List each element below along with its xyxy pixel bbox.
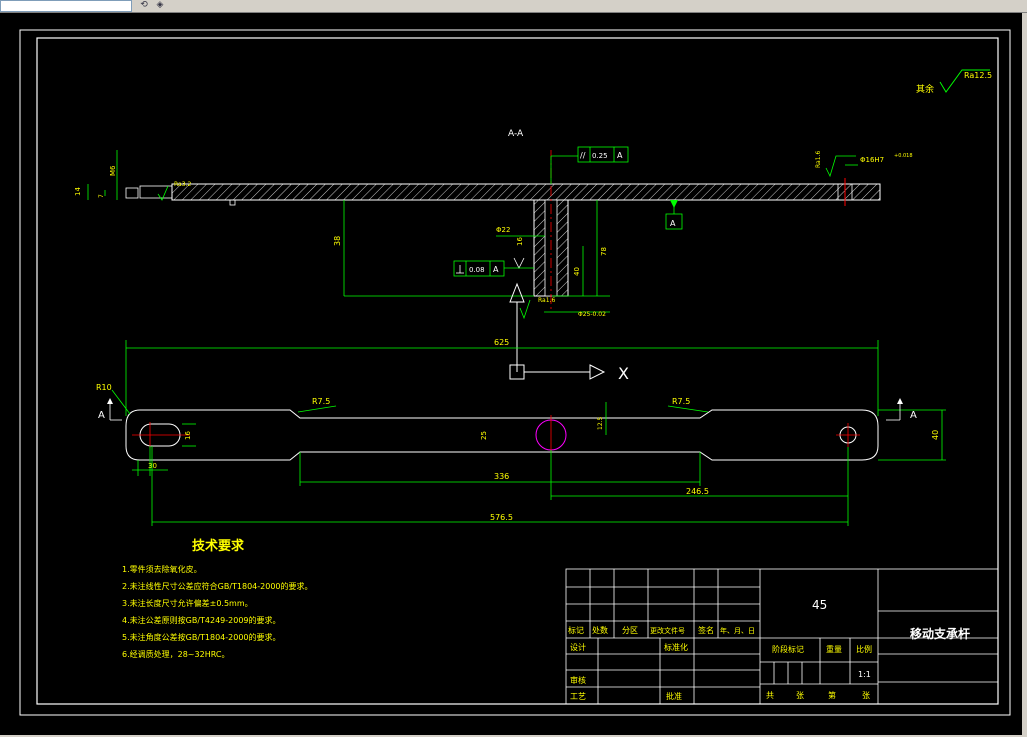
tol-parallel-value: 0.25 xyxy=(592,152,608,160)
dim-78: 78 xyxy=(600,247,608,256)
dim-m6: M6 xyxy=(109,165,117,176)
dim-25: 25 xyxy=(480,431,488,440)
svg-text://: // xyxy=(580,151,586,160)
plan-view xyxy=(125,409,879,461)
dim-40v: 40 xyxy=(573,267,581,276)
dim-2465: 246.5 xyxy=(686,487,709,496)
approve-label: 批准 xyxy=(666,691,682,701)
scale-value: 1:1 xyxy=(858,670,871,679)
dim-7: 7 xyxy=(98,194,105,198)
sheets-label: 张 xyxy=(796,691,804,700)
design-label: 设计 xyxy=(570,642,586,652)
rough-16-bottom: Ra1.6 xyxy=(538,297,555,304)
no-label: 第 xyxy=(828,690,836,700)
dim-r10: R10 xyxy=(96,383,112,392)
dim-625-group: 625 xyxy=(125,338,879,416)
roughness-rest-value: Ra12.5 xyxy=(964,71,992,80)
dim-14: 14 xyxy=(74,187,82,196)
dim-40-right: 40 xyxy=(931,430,940,440)
dim-336: 336 xyxy=(494,472,509,481)
dim-30: 30 xyxy=(148,462,157,470)
tech-item-5: 5.未注角度公差按GB/T1804-2000的要求。 xyxy=(122,632,281,642)
dim-r75-right: R7.5 xyxy=(672,397,690,406)
standard-label: 标准化 xyxy=(664,642,688,652)
datum-label: A xyxy=(670,219,676,228)
rough-16-top: Ra1.6 xyxy=(815,151,822,168)
process-label: 工艺 xyxy=(570,692,586,701)
section-title: A-A xyxy=(508,129,524,139)
vertical-scrollbar[interactable] xyxy=(1022,13,1027,737)
h-zone: 分区 xyxy=(622,626,638,635)
h-mark: 标记 xyxy=(568,625,584,635)
tol-parallel-datum: A xyxy=(617,151,623,160)
tol-perp-datum: A xyxy=(493,265,499,274)
roughness-rest: 其余 Ra12.5 xyxy=(916,69,992,95)
hole-fit: Φ16H7 xyxy=(860,156,884,164)
sheet-label: 张 xyxy=(862,691,870,700)
review-label: 审核 xyxy=(570,675,586,685)
hole-fit-dev: +0.018 xyxy=(894,153,913,159)
part-name: 移动支承杆 xyxy=(910,626,970,641)
dim-38-group: 38 xyxy=(333,200,534,297)
section-mark-left: A xyxy=(98,410,105,421)
ucs-icon: X xyxy=(509,282,629,383)
tech-item-1: 1.零件须去除氧化皮。 xyxy=(122,564,202,574)
material: 45 xyxy=(812,598,827,612)
dim-5765: 576.5 xyxy=(490,513,513,522)
dim-r125: 12.5 xyxy=(597,416,604,430)
total-label: 共 xyxy=(766,691,774,700)
rough-32: Ra3.2 xyxy=(174,181,191,188)
datum-a: A xyxy=(665,200,683,230)
section-mark-right: A xyxy=(910,410,917,421)
cad-drawing: A-A 其余 Ra12.5 14 7 M6 Ra3.2 // 0.25 A A … xyxy=(19,29,1011,716)
h-date: 年、月、日 xyxy=(720,626,755,635)
h-sign: 签名 xyxy=(698,625,714,635)
tech-title: 技术要求 xyxy=(192,538,245,554)
title-block-text: 45 移动支承杆 标记 处数 分区 更改文件号 签名 年、月、日 设计 标准化 … xyxy=(568,598,970,701)
dim-phi25: Φ25-0.02 xyxy=(578,311,606,318)
tolerance-perp: 0.08 A xyxy=(453,260,534,277)
dim-r75-left: R7.5 xyxy=(312,397,330,406)
tol-perp-value: 0.08 xyxy=(469,266,485,274)
h-docno: 更改文件号 xyxy=(650,626,685,635)
bar-outline xyxy=(125,409,879,461)
tolerance-parallel: // 0.25 A xyxy=(550,146,629,184)
stage-mark-label: 阶段标记 xyxy=(772,644,804,654)
plan-dims: R10 R7.5 R7.5 16 25 12.5 40 30 336 246.5… xyxy=(96,383,946,526)
tech-item-4: 4.未注公差原则按GB/T4249-2009的要求。 xyxy=(122,615,281,625)
hole-fit: Ra1.6 Φ16H7 +0.018 xyxy=(815,151,913,178)
tech-item-6: 6.经调质处理，28~32HRC。 xyxy=(122,649,229,659)
top-plate xyxy=(171,183,881,201)
tech-requirements: 技术要求 1.零件须去除氧化皮。 2.未注线性尺寸公差应符合GB/T1804-2… xyxy=(122,538,313,659)
scale-label: 比例 xyxy=(856,644,872,654)
dim-16-slot: 16 xyxy=(184,431,192,440)
dim-38: 38 xyxy=(333,236,342,246)
tech-item-2: 2.未注线性尺寸公差应符合GB/T1804-2000的要求。 xyxy=(122,581,313,591)
h-count: 处数 xyxy=(592,625,608,635)
dim-phi22: Φ22 xyxy=(496,226,510,234)
roughness-rest-label: 其余 xyxy=(916,83,934,95)
dim-16v: 16 xyxy=(516,237,524,246)
axis-x-label: X xyxy=(618,364,629,383)
weight-label: 重量 xyxy=(826,644,842,654)
dim-625: 625 xyxy=(494,338,509,347)
tech-item-3: 3.未注长度尺寸允许偏差±0.5mm。 xyxy=(122,598,253,608)
